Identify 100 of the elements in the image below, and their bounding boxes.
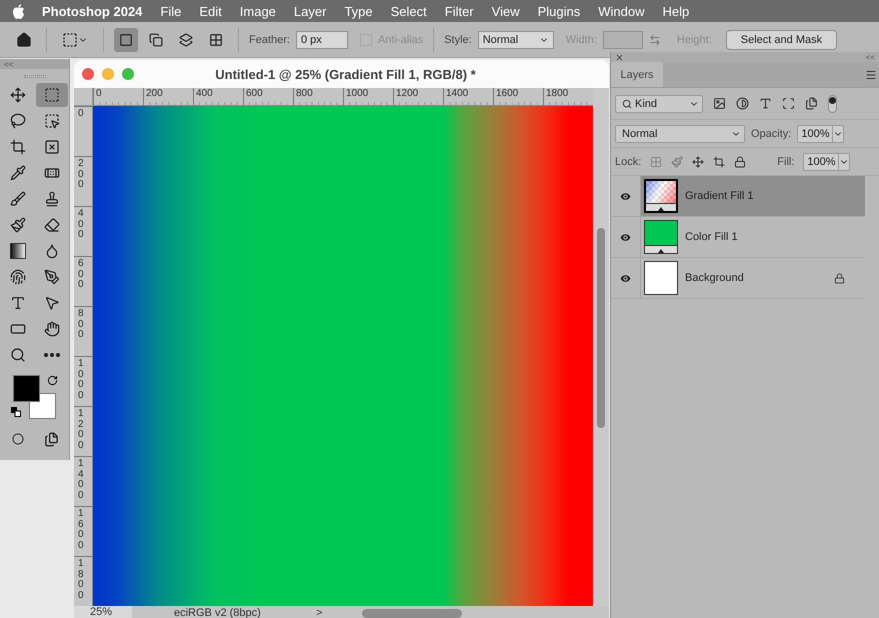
screen-mode-icon: [44, 432, 59, 446]
menu-item[interactable]: Image: [230, 4, 285, 18]
ruler-label: 600: [78, 259, 85, 290]
smart-object-filter-icon[interactable]: [805, 97, 818, 110]
ruler-label: 1600: [496, 88, 518, 99]
ruler-label: 200: [78, 159, 85, 190]
menu-item[interactable]: Type: [335, 4, 382, 18]
ruler-label: 0: [78, 109, 85, 120]
ruler-label: 0: [96, 88, 102, 99]
app-name[interactable]: Photoshop 2024: [33, 4, 152, 18]
quick-mask-icon: [12, 433, 24, 445]
opacity-field[interactable]: 100%: [797, 124, 844, 142]
zoom-level[interactable]: 25%: [74, 606, 132, 618]
ruler-label: 1200: [396, 88, 418, 99]
history-brush-icon: [10, 217, 26, 233]
selection-mode-button[interactable]: [114, 28, 138, 52]
menu-item[interactable]: Layer: [284, 4, 336, 18]
menu-item[interactable]: Plugins: [528, 4, 590, 18]
smudge-icon: [10, 269, 26, 285]
layer-name: Color Fill 1: [685, 231, 739, 243]
color-swatches[interactable]: [12, 375, 56, 419]
menu-item[interactable]: Window: [589, 4, 654, 18]
lock-artboard-icon[interactable]: [713, 156, 726, 168]
home-icon: [16, 32, 32, 48]
ruler-label: 200: [146, 88, 163, 99]
filter-kind-dropdown[interactable]: Kind: [615, 94, 703, 112]
menu-icon[interactable]: [865, 68, 877, 80]
ruler-label: 800: [296, 88, 313, 99]
menu-item[interactable]: Help: [654, 4, 698, 18]
layer-thumbnail: [644, 261, 678, 295]
default-colors-icon[interactable]: [10, 407, 20, 417]
new-selection-icon: [119, 32, 133, 46]
subtract-selection-icon: [179, 32, 193, 46]
ruler-label: 400: [196, 88, 213, 99]
fill-field[interactable]: 100%: [803, 152, 850, 170]
layer-thumbnail: [644, 179, 678, 213]
menu-item[interactable]: View: [482, 4, 529, 18]
swap-colors-icon[interactable]: [46, 375, 58, 386]
style-dropdown[interactable]: Normal: [478, 30, 554, 48]
lock-all-icon[interactable]: [734, 156, 746, 168]
ruler-label: 800: [78, 309, 85, 340]
gradient-canvas[interactable]: [93, 106, 593, 606]
droplet-icon: [44, 243, 60, 259]
more-icon: [44, 353, 60, 357]
search-icon: [622, 98, 632, 108]
menu-item[interactable]: Filter: [436, 4, 483, 18]
lock-label: Lock:: [615, 156, 642, 168]
zoom-icon: [10, 347, 26, 363]
shape-filter-icon[interactable]: [782, 97, 795, 110]
fill-label: Fill:: [777, 156, 794, 168]
eraser-icon: [44, 217, 60, 233]
image-filter-icon[interactable]: [713, 97, 726, 110]
layer-row[interactable]: Color Fill 1: [611, 217, 865, 258]
ruler-label: 1000: [78, 359, 85, 401]
collapse-toggle[interactable]: <<: [866, 52, 875, 62]
menu-item[interactable]: Select: [382, 4, 436, 18]
scrollbar-thumb[interactable]: [362, 608, 462, 618]
scrollbar-thumb[interactable]: [597, 228, 605, 428]
add-selection-icon: [149, 32, 163, 46]
layer-name: Gradient Fill 1: [685, 190, 754, 202]
layer-row[interactable]: Gradient Fill 1: [611, 176, 865, 217]
filter-toggle[interactable]: [828, 94, 837, 112]
pointer-icon: [44, 295, 60, 311]
ruler-label: 400: [78, 209, 85, 240]
apple-icon[interactable]: [12, 4, 25, 18]
color-profile: eciRGB v2 (8bpc): [173, 607, 262, 618]
pen-icon: [44, 269, 60, 285]
type-filter-icon[interactable]: [759, 97, 772, 110]
width-field[interactable]: [602, 30, 643, 48]
marquee-icon: [44, 87, 60, 103]
layer-row[interactable]: Background: [611, 258, 865, 299]
select-and-mask-button[interactable]: Select and Mask: [726, 30, 838, 50]
document-title: Untitled-1 @ 25% (Gradient Fill 1, RGB/8) *: [214, 66, 477, 82]
hand-icon: [44, 321, 60, 337]
frame-icon: [44, 139, 60, 155]
feather-field[interactable]: 0 px: [296, 30, 348, 48]
blend-mode-dropdown[interactable]: Normal: [615, 124, 745, 142]
menu-item[interactable]: File: [151, 4, 190, 18]
adjustment-filter-icon[interactable]: [736, 97, 749, 110]
lock-position-icon[interactable]: [692, 156, 704, 168]
ruler-label: 1400: [446, 88, 468, 99]
ruler-label: 1000: [346, 88, 368, 99]
opacity-label: Opacity:: [751, 128, 792, 140]
ruler-label: 1800: [78, 559, 85, 601]
lasso-icon: [10, 113, 26, 129]
type-icon: [10, 295, 26, 311]
object-select-icon: [44, 113, 60, 129]
ruler-label: 1800: [546, 88, 568, 99]
layer-name: Background: [685, 272, 745, 284]
ruler-label: 1600: [78, 509, 85, 551]
menu-item[interactable]: Edit: [190, 4, 231, 18]
close-button[interactable]: [82, 68, 94, 80]
brush-icon: [10, 191, 26, 207]
layers-tab[interactable]: Layers: [611, 62, 663, 87]
close-icon[interactable]: [615, 52, 624, 62]
collapse-toggle[interactable]: <<: [4, 60, 14, 68]
stamp-icon: [44, 191, 60, 207]
move-icon: [10, 87, 26, 103]
status-arrow[interactable]: >: [316, 607, 322, 618]
feather-label: Feather:: [249, 34, 290, 46]
